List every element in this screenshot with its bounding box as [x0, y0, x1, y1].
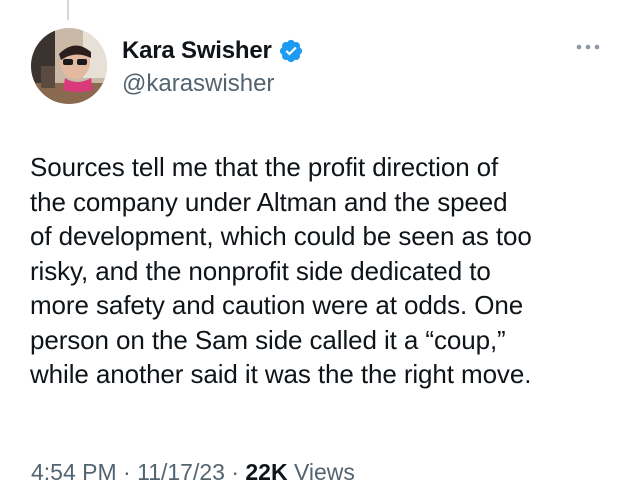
meta-separator: · — [123, 459, 131, 485]
author-display-name[interactable]: Kara Swisher — [122, 37, 272, 65]
tweet-card: Kara Swisher @karaswisher Sources tell m… — [0, 0, 632, 500]
tweet-date[interactable]: 11/17/23 — [137, 459, 225, 485]
tweet-text: Sources tell me that the profit directio… — [30, 150, 610, 392]
tweet-metadata: 4:54 PM · 11/17/23 · 22K Views — [31, 459, 355, 486]
views-count[interactable]: 22K — [245, 459, 287, 485]
tweet-text-line: of development, which could be seen as t… — [30, 221, 532, 251]
author-name-row: Kara Swisher — [122, 34, 304, 68]
verified-badge-icon — [278, 38, 304, 64]
tweet-time[interactable]: 4:54 PM — [31, 459, 117, 485]
avatar-image — [31, 28, 107, 104]
meta-separator: · — [231, 459, 239, 485]
tweet-text-line: person on the Sam side called it a “coup… — [30, 324, 506, 355]
views-label[interactable]: Views — [294, 459, 355, 485]
more-options-icon[interactable] — [575, 40, 601, 54]
thread-connector-line — [67, 0, 69, 20]
tweet-text-line: risky, and the nonprofit side dedicated … — [30, 255, 491, 286]
tweet-text-line: Sources tell me that the profit directio… — [30, 152, 499, 182]
author-handle[interactable]: @karaswisher — [122, 70, 274, 98]
tweet-text-line: more safety and caution were at odds. On… — [30, 290, 524, 320]
tweet-text-line: while another said it was the the right … — [30, 359, 532, 389]
avatar[interactable] — [31, 28, 107, 104]
tweet-text-line: the company under Altman and the speed — [30, 186, 508, 217]
